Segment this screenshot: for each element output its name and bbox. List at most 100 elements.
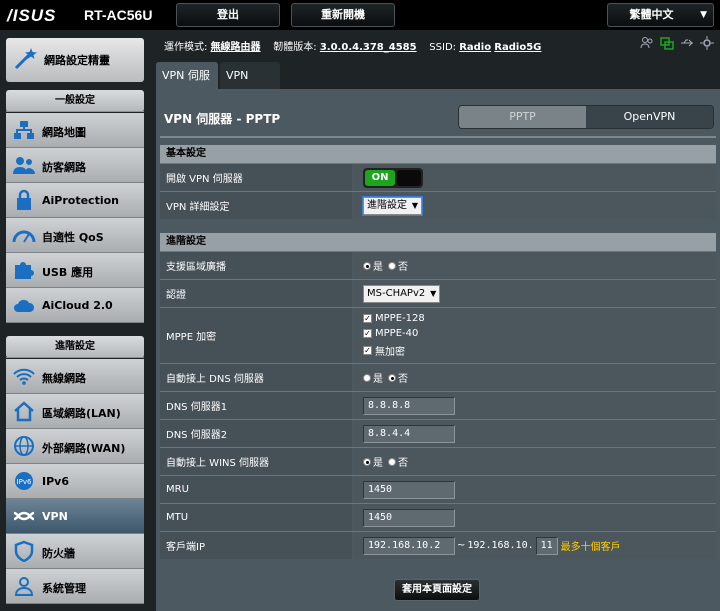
table-row: 開啟 VPN 伺服器 ON	[160, 163, 716, 191]
vpn-icon	[13, 511, 35, 521]
openvpn-button[interactable]: OpenVPN	[586, 106, 713, 128]
chevron-down-icon: ▼	[430, 288, 437, 298]
firmware-link[interactable]: 3.0.0.4.378_4585	[320, 42, 417, 53]
quick-setup-label: 網路設定精靈	[44, 54, 110, 67]
lock-icon	[17, 189, 31, 210]
sidebar-item-aiprotection[interactable]: AiProtection	[6, 183, 144, 218]
home-icon	[14, 401, 34, 422]
sidebar-item-ipv6[interactable]: IPv6 IPv6	[6, 464, 144, 499]
auto-dns-no-radio[interactable]: 否	[388, 370, 408, 385]
dns1-cell: 8.8.8.8	[353, 392, 716, 419]
auto-dns-yes-radio[interactable]: 是	[363, 370, 383, 385]
ssid-2g-link[interactable]: Radio	[459, 42, 491, 53]
mppe-none-checkbox[interactable]: ✓ 無加密	[363, 343, 425, 358]
sidebar-item-label: 區域網路(LAN)	[42, 407, 121, 420]
ssid-5g-link[interactable]: Radio5G	[494, 42, 541, 53]
asus-logo: /ISUS	[7, 6, 57, 25]
radio-dot	[363, 261, 371, 270]
table-row: 支援區域廣播 是 否	[160, 251, 716, 279]
enable-vpn-label: 開啟 VPN 伺服器	[160, 164, 352, 191]
sidebar-item-network-map[interactable]: 網路地圖	[6, 113, 144, 148]
table-row: DNS 伺服器1 8.8.8.8	[160, 391, 716, 419]
usb-icon[interactable]	[680, 36, 694, 50]
auto-wins-cell: 是 否	[353, 448, 716, 475]
pptp-button[interactable]: PPTP	[459, 106, 586, 128]
auto-wins-label: 自動接上 WINS 伺服器	[160, 448, 352, 475]
mode-link[interactable]: 無線路由器	[211, 42, 261, 53]
advanced-section-title: 進階設定	[6, 336, 144, 358]
check-icon: ✓	[363, 314, 372, 323]
table-row: MPPE 加密 ✓ MPPE-128 ✓ MPPE-40 ✓ 無加密	[160, 307, 716, 363]
user-icon	[14, 577, 34, 596]
mtu-input[interactable]: 1450	[363, 508, 455, 527]
sidebar-item-label: 自適性 QoS	[42, 231, 104, 244]
auth-value: MS-CHAPv2	[367, 287, 426, 299]
sidebar: 網路設定精靈 一般設定 網路地圖 訪客網路 AiProtection 自適性 Q…	[0, 30, 156, 611]
table-row: DNS 伺服器2 8.8.4.4	[160, 419, 716, 447]
sidebar-item-qos[interactable]: 自適性 QoS	[6, 218, 144, 253]
tab-vpn-client[interactable]: VPN Client	[220, 62, 280, 109]
apply-button[interactable]: 套用本頁面設定	[394, 579, 480, 601]
tab-vpn-server[interactable]: VPN 伺服器	[156, 62, 218, 109]
table-row: 客戶端IP 192.168.10.2 ~ 192.168.10. 11 最多十個…	[160, 531, 716, 559]
clients-icon[interactable]	[640, 36, 654, 50]
sidebar-item-wan[interactable]: 外部網路(WAN)	[6, 429, 144, 464]
general-section: 一般設定	[6, 90, 144, 112]
table-row: MRU 1450	[160, 475, 716, 503]
sidebar-item-admin[interactable]: 系統管理	[6, 569, 144, 604]
client-ip-label: 客戶端IP	[160, 532, 352, 559]
broadcast-no-radio[interactable]: 否	[388, 258, 408, 273]
dns2-label: DNS 伺服器2	[160, 420, 352, 447]
vpn-detail-cell: 進階設定 ▼	[353, 192, 716, 219]
auth-select[interactable]: MS-CHAPv2 ▼	[363, 284, 441, 303]
toggle-knob	[397, 169, 421, 186]
sidebar-item-lan[interactable]: 區域網路(LAN)	[6, 394, 144, 429]
quick-setup-button[interactable]: 網路設定精靈	[6, 38, 144, 82]
sidebar-item-guest-network[interactable]: 訪客網路	[6, 148, 144, 183]
sidebar-item-label: 防火牆	[42, 547, 75, 560]
mppe-128-checkbox[interactable]: ✓ MPPE-128	[363, 313, 425, 324]
mode-label: 運作模式:	[164, 42, 208, 53]
table-row: VPN 詳細設定 進階設定 ▼	[160, 191, 716, 219]
dns2-cell: 8.8.4.4	[353, 420, 716, 447]
general-section-title: 一般設定	[6, 90, 144, 112]
mtu-cell: 1450	[353, 504, 716, 531]
radio-dot	[388, 457, 396, 466]
sidebar-item-firewall[interactable]: 防火牆	[6, 534, 144, 569]
sidebar-item-label: 網路地圖	[42, 126, 86, 139]
broadcast-label: 支援區域廣播	[160, 252, 352, 279]
sidebar-item-usb[interactable]: USB 應用	[6, 253, 144, 288]
magic-wand-icon	[14, 48, 37, 70]
client-ip-end-input[interactable]: 11	[535, 536, 558, 555]
mppe-40-checkbox[interactable]: ✓ MPPE-40	[363, 328, 425, 339]
sidebar-item-wireless[interactable]: 無線網路	[6, 359, 144, 394]
mru-cell: 1450	[353, 476, 716, 503]
vpn-detail-select[interactable]: 進階設定 ▼	[362, 195, 423, 216]
auto-wins-no-radio[interactable]: 否	[388, 454, 408, 469]
auto-wins-yes-radio[interactable]: 是	[363, 454, 383, 469]
client-ip-end-prefix: 192.168.10.	[467, 540, 534, 551]
dns1-input[interactable]: 8.8.8.8	[363, 396, 455, 415]
client-ip-cell: 192.168.10.2 ~ 192.168.10. 11 最多十個客戶	[353, 532, 716, 559]
radio-dot	[363, 457, 371, 466]
language-select[interactable]: 繁體中文 ▼	[607, 3, 714, 27]
broadcast-cell: 是 否	[353, 252, 716, 279]
mru-input[interactable]: 1450	[363, 480, 455, 499]
broadcast-yes-radio[interactable]: 是	[363, 258, 383, 273]
advanced-section: 進階設定	[6, 336, 144, 358]
advanced-settings-table: 進階設定 支援區域廣播 是 否 認證 MS-CHAPv2 ▼ MPPE 加密 ✓…	[160, 233, 716, 559]
sidebar-item-vpn[interactable]: VPN	[6, 499, 144, 534]
internet-status-icon[interactable]	[660, 36, 674, 50]
reboot-button[interactable]: 重新開機	[291, 3, 395, 27]
chevron-down-icon: ▼	[700, 10, 707, 20]
dns2-input[interactable]: 8.8.4.4	[363, 424, 455, 443]
logout-button[interactable]: 登出	[176, 3, 280, 27]
status-bar: 運作模式: 無線路由器 韌體版本: 3.0.0.4.378_4585 SSID:…	[164, 38, 541, 53]
settings-icon[interactable]	[700, 36, 714, 50]
checkbox-label: MPPE-128	[375, 313, 425, 324]
sidebar-item-label: 系統管理	[42, 582, 86, 595]
basic-settings-header: 基本設定	[160, 145, 716, 163]
enable-vpn-toggle[interactable]: ON	[363, 167, 423, 188]
sidebar-item-aicloud[interactable]: AiCloud 2.0	[6, 288, 144, 323]
client-ip-start-input[interactable]: 192.168.10.2	[363, 536, 455, 555]
